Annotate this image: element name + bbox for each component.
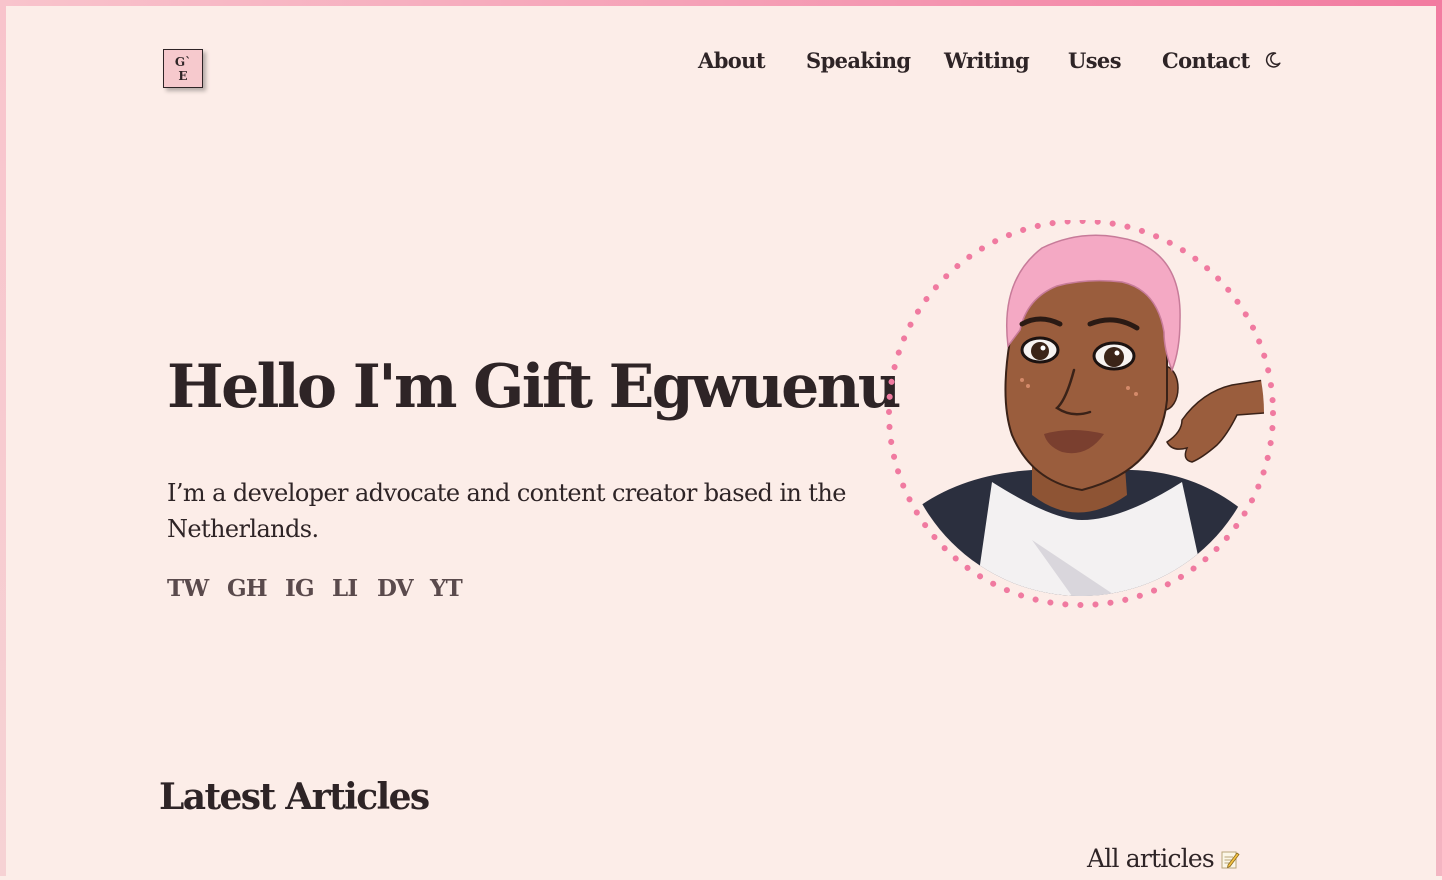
frame-left <box>0 0 6 876</box>
frame-right <box>1436 0 1442 876</box>
main-nav: About Speaking Writing Uses Contact <box>0 44 1442 80</box>
theme-toggle-button[interactable] <box>1263 50 1283 70</box>
nav-writing[interactable]: Writing <box>944 44 1030 78</box>
social-github-link[interactable]: GH <box>227 572 268 606</box>
nav-about[interactable]: About <box>698 44 766 78</box>
nav-uses[interactable]: Uses <box>1068 44 1122 78</box>
social-instagram-link[interactable]: IG <box>285 572 315 606</box>
moon-icon <box>1265 52 1281 68</box>
nav-contact[interactable]: Contact <box>1162 44 1250 78</box>
all-articles-link[interactable]: All articles <box>1087 840 1240 878</box>
latest-articles-title: Latest Articles <box>159 776 430 818</box>
nav-speaking[interactable]: Speaking <box>806 44 911 78</box>
social-devto-link[interactable]: DV <box>377 572 414 606</box>
hero-description: I’m a developer advocate and content cre… <box>167 479 846 543</box>
memo-icon <box>1220 842 1240 869</box>
avatar <box>882 218 1282 610</box>
frame-top <box>0 0 1442 6</box>
social-youtube-link[interactable]: YT <box>430 572 463 606</box>
all-articles-label: All articles <box>1087 844 1215 873</box>
hero-title: Hello I'm Gift Egwuenu <box>167 352 901 422</box>
avatar-illustration <box>886 218 1276 608</box>
social-twitter-link[interactable]: TW <box>167 572 209 606</box>
social-linkedin-link[interactable]: LI <box>332 572 358 606</box>
